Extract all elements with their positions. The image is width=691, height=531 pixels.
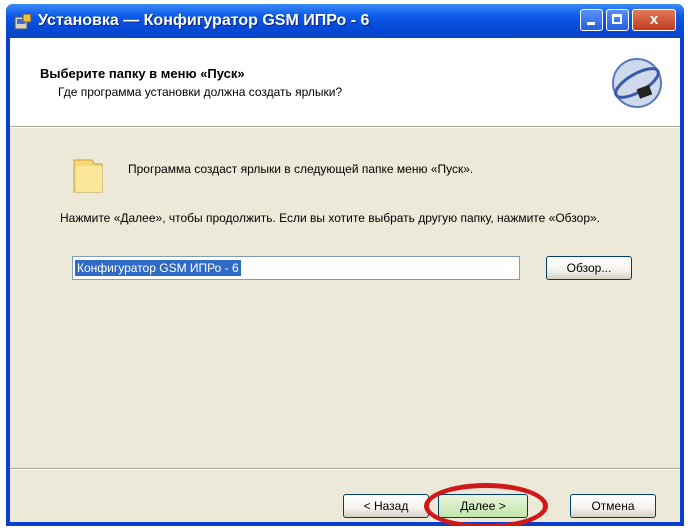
cancel-button[interactable]: Отмена — [570, 494, 656, 518]
browse-button[interactable]: Обзор... — [546, 256, 632, 280]
page-subtitle: Где программа установки должна создать я… — [58, 85, 343, 99]
footer-divider — [10, 468, 680, 470]
installer-window: Установка — Конфигуратор GSM ИПРо - 6 x … — [6, 4, 684, 526]
installer-icon — [14, 13, 32, 30]
start-menu-folder-input[interactable]: Конфигуратор GSM ИПРо - 6 — [72, 256, 520, 280]
header-divider — [10, 126, 680, 128]
page-title: Выберите папку в меню «Пуск» — [40, 66, 245, 81]
close-icon: x — [649, 11, 659, 28]
maximize-button[interactable] — [606, 9, 629, 31]
window-title: Установка — Конфигуратор GSM ИПРо - 6 — [38, 12, 370, 29]
minimize-button[interactable] — [580, 9, 603, 31]
folder-icon — [73, 159, 103, 193]
wizard-body: Выберите папку в меню «Пуск» Где програм… — [10, 38, 680, 526]
back-button[interactable]: < Назад — [343, 494, 429, 518]
title-bar[interactable]: Установка — Конфигуратор GSM ИПРо - 6 x — [6, 4, 684, 38]
wizard-header: Выберите папку в меню «Пуск» Где програм… — [10, 38, 680, 126]
info-text: Программа создаст ярлыки в следующей пап… — [128, 162, 474, 176]
company-logo — [608, 54, 666, 112]
minimize-icon — [587, 22, 595, 25]
folder-input-value: Конфигуратор GSM ИПРо - 6 — [75, 260, 241, 276]
maximize-icon — [612, 14, 622, 24]
next-button-highlight — [424, 483, 548, 526]
instruction-text: Нажмите «Далее», чтобы продолжить. Если … — [60, 211, 601, 225]
close-button[interactable]: x — [632, 9, 676, 31]
